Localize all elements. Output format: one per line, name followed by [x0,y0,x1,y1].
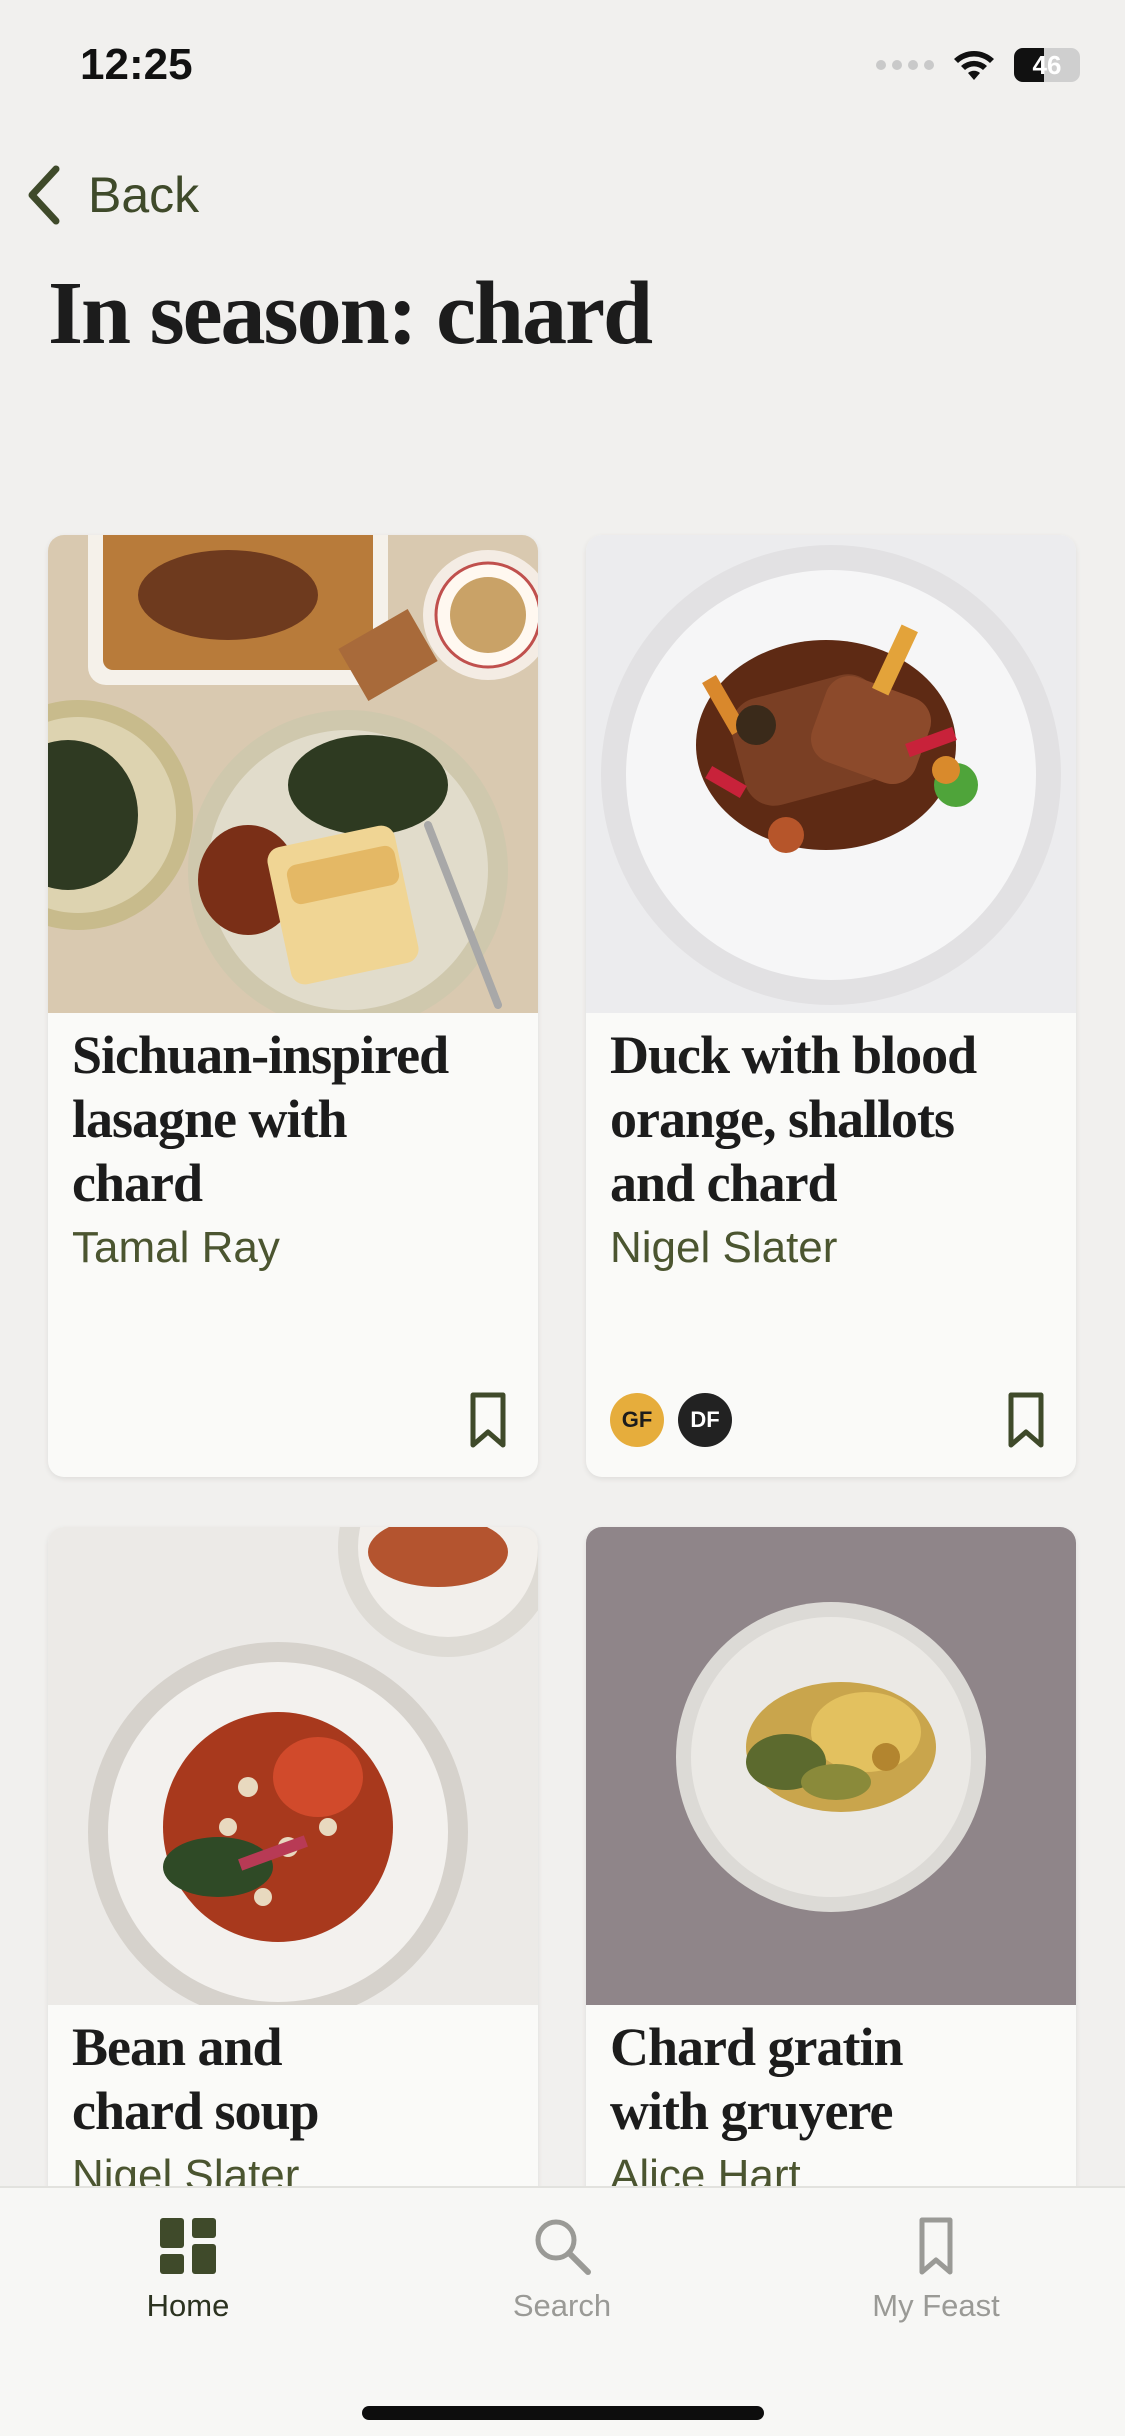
back-button[interactable]: Back [26,165,199,225]
recipe-title: Duck with blood orange, shallots and cha… [610,1025,977,1213]
bookmark-button[interactable] [1006,1390,1046,1455]
back-label: Back [88,167,200,223]
recipe-card[interactable]: Chard gratin with gruyere Alice Hart [586,1527,1076,2227]
chevron-left-icon [28,165,60,225]
recipe-image-duck [586,535,1076,1013]
recipe-card[interactable]: Sichuan-inspired lasagne with chard Tama… [48,535,538,1477]
battery-icon: 46 [1014,48,1080,82]
bookmark-icon [1008,1392,1044,1448]
tab-search-label: Search [512,2288,612,2323]
bookmark-icon [470,1392,506,1448]
recipe-author: Nigel Slater [610,1223,838,1272]
recipe-title: Chard gratin with gruyere [610,2017,904,2141]
screen: 12:25 46 Back In season: chard Sichuan-i… [0,0,1125,2436]
tab-my-feast-label: My Feast [872,2288,1000,2323]
home-indicator [362,2406,764,2420]
tab-search[interactable]: Search [462,2216,662,2324]
status-icons: 46 [876,48,1080,82]
tab-my-feast[interactable]: My Feast [836,2216,1036,2324]
recipe-card[interactable]: Bean and chard soup Nigel Slater [48,1527,538,2227]
tab-home[interactable]: Home [88,2216,288,2324]
recipe-title: Sichuan-inspired lasagne with chard [72,1025,449,1213]
battery-percent: 46 [1032,49,1062,80]
recipe-image-bean-soup [48,1527,538,2005]
recipe-image-chard-gratin [586,1527,1076,2005]
gluten-free-badge: GF [610,1393,664,1447]
dietary-tags: GF DF [610,1393,732,1447]
cellular-signal-icon [876,60,934,70]
bookmark-button[interactable] [468,1390,508,1455]
recipe-author: Tamal Ray [72,1223,280,1272]
wifi-icon [954,51,994,80]
bookmark-icon [919,2217,953,2275]
tab-bar: Home Search My Feast [0,2186,1125,2436]
recipe-card[interactable]: Duck with blood orange, shallots and cha… [586,535,1076,1477]
dairy-free-badge: DF [678,1393,732,1447]
page-title: In season: chard [48,264,653,363]
search-icon [535,2219,591,2275]
status-time: 12:25 [80,40,193,89]
grid-icon [160,2218,216,2274]
recipe-image-lasagne [48,535,538,1013]
recipe-title: Bean and chard soup [72,2017,320,2141]
tab-home-label: Home [146,2288,230,2323]
